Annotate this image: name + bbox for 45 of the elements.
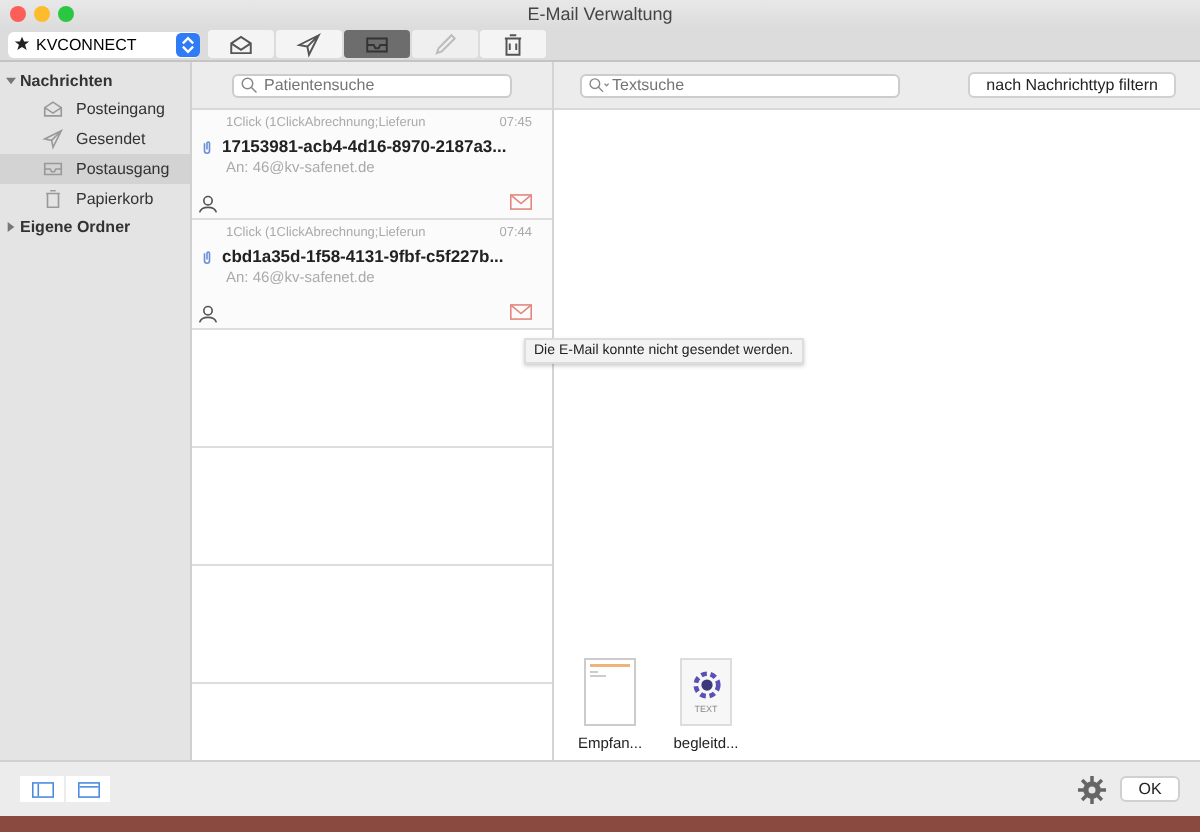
trash-icon [42,188,64,210]
sidebar-item[interactable]: Posteingang [0,94,190,124]
group-label: Eigene Ordner [20,218,131,236]
envelope-icon [228,31,254,57]
inbox-button[interactable] [208,30,274,58]
paperclip-icon [202,137,212,155]
text-search-field[interactable]: Textsuche [580,73,900,97]
account-value: KVCONNECT [36,35,139,53]
group-label: Nachrichten [20,72,113,90]
sidebar-layout-icon [31,781,53,797]
message-subject: cbd1a35d-1f58-4131-9fbf-c5f227b... [222,246,504,266]
sidebar-item[interactable]: Papierkorb [0,184,190,214]
zoom-button[interactable] [58,6,74,22]
panel-layout-icon [77,781,99,797]
window-title: E-Mail Verwaltung [527,4,673,24]
send-button[interactable] [276,30,342,58]
trash-icon [500,31,526,57]
search-icon [588,76,610,94]
document-icon [584,658,636,726]
account-select[interactable]: KVCONNECT [8,31,200,57]
close-button[interactable] [10,6,26,22]
paper-plane-icon [42,128,64,150]
filter-button[interactable]: nach Nachrichttyp filtern [968,72,1176,98]
sidebar-item[interactable]: Postausgang [0,154,190,184]
preview-toggle-button[interactable] [66,776,110,802]
paperclip-icon [202,247,212,265]
star-icon [14,36,30,52]
envelope-icon [42,98,64,120]
envelope-error-icon [510,194,532,210]
person-icon [198,304,218,324]
sidebar-group[interactable]: Eigene Ordner [0,214,190,240]
sidebar-group[interactable]: Nachrichten [0,68,190,94]
paper-plane-icon [296,31,322,57]
patient-search-field[interactable]: Patientensuche [232,73,512,97]
message-subject: 17153981-acb4-4d16-8970-2187a3... [222,136,507,156]
person-icon [198,194,218,214]
trash-button[interactable] [480,30,546,58]
sidebar-item[interactable]: Gesendet [0,124,190,154]
ok-button[interactable]: OK [1120,776,1180,802]
search-icon [240,76,258,94]
tray-icon [42,158,64,180]
envelope-error-icon [510,304,532,320]
stepper-icon [176,31,200,57]
sidebar-toggle-button[interactable] [20,776,64,802]
settings-icon[interactable] [1078,775,1106,803]
